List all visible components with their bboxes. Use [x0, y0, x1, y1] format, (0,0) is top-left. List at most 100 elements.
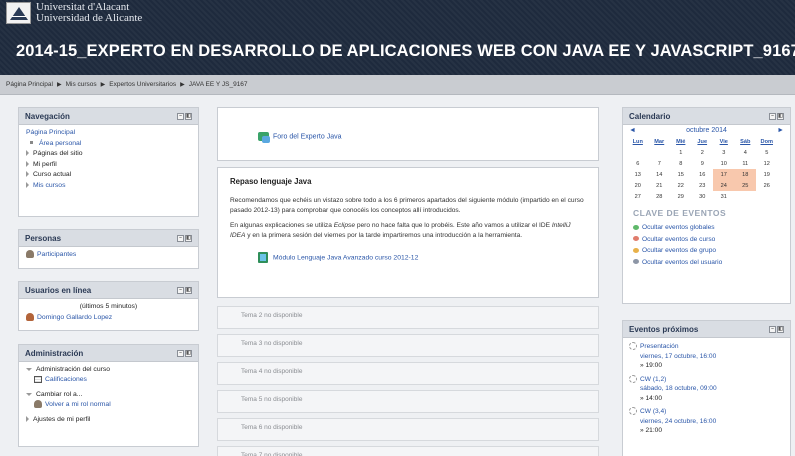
university-logo-icon[interactable] [6, 2, 31, 24]
upcoming-events-block: Eventos próximos – ◧ Presentación viernes,… [622, 320, 791, 456]
calendar-day[interactable]: 18 [734, 169, 756, 180]
calendar-day[interactable]: 16 [692, 169, 714, 180]
collapse-arrow-icon[interactable] [26, 367, 32, 371]
dock-icon[interactable]: ◧ [185, 286, 192, 294]
collapse-icon[interactable]: – [769, 325, 776, 333]
nav-personal-area[interactable]: Área personal [39, 140, 81, 147]
event-filter-link[interactable]: Ocultar eventos del usuario [642, 259, 722, 266]
forum-link[interactable]: Foro del Experto Java [273, 133, 341, 140]
calendar-day[interactable]: 21 [649, 180, 671, 191]
dock-icon[interactable]: ◧ [777, 112, 784, 120]
event-filter-link[interactable]: Ocultar eventos de curso [642, 236, 715, 243]
calendar-day[interactable]: 26 [756, 180, 778, 191]
collapse-icon[interactable]: – [177, 349, 184, 357]
event-name-link[interactable]: CW (3,4) [640, 408, 666, 415]
calendar-day[interactable]: 5 [756, 147, 778, 158]
event-date-link[interactable]: sábado, 18 octubre, 09:00 [640, 385, 717, 392]
dock-icon[interactable]: ◧ [185, 234, 192, 242]
module-link[interactable]: Módulo Lenguaje Java Avanzado curso 2012… [273, 254, 418, 261]
section-unavailable: Tema 2 no disponible [217, 306, 599, 329]
calendar-day[interactable]: 10 [713, 158, 735, 169]
event-date-link[interactable]: viernes, 17 octubre, 16:00 [640, 353, 716, 360]
calendar-day [627, 147, 649, 158]
calendar-day[interactable]: 3 [713, 147, 735, 158]
calendar-day[interactable]: 31 [713, 191, 735, 202]
calendar-day[interactable]: 17 [713, 169, 735, 180]
normal-role-link[interactable]: Volver a mi rol normal [45, 401, 111, 408]
event-filter-link[interactable]: Ocultar eventos de grupo [642, 247, 716, 254]
calendar-month[interactable]: octubre 2014 [686, 127, 727, 134]
expand-arrow-icon[interactable] [26, 171, 29, 178]
calendar-day[interactable]: 25 [734, 180, 756, 191]
calendar-day[interactable]: 27 [627, 191, 649, 202]
event-end-time: » 21:00 [640, 427, 662, 434]
calendar-day[interactable]: 2 [692, 147, 714, 158]
breadcrumb-course[interactable]: JAVA EE Y JS_9167 [189, 81, 248, 88]
collapse-icon[interactable]: – [769, 112, 776, 120]
calendar-day[interactable]: 7 [649, 158, 671, 169]
course-admin-item[interactable]: Administración del curso [36, 366, 110, 373]
prev-month-icon[interactable]: ◄ [629, 127, 636, 134]
calendar-day[interactable]: 23 [692, 180, 714, 191]
expand-arrow-icon[interactable] [26, 416, 29, 423]
event-type-icon [633, 224, 639, 230]
calendar-day[interactable]: 29 [670, 191, 692, 202]
module-file-icon [258, 252, 268, 263]
calendar-day [735, 191, 757, 202]
collapse-arrow-icon[interactable] [26, 392, 32, 396]
collapse-icon[interactable]: – [177, 234, 184, 242]
event-filter-item[interactable]: Ocultar eventos del usuario [623, 257, 790, 269]
calendar-day[interactable]: 24 [713, 180, 735, 191]
expand-arrow-icon[interactable] [26, 150, 29, 157]
calendar-day[interactable]: 4 [735, 147, 757, 158]
calendar-day[interactable]: 11 [735, 158, 757, 169]
switch-role-item[interactable]: Cambiar rol a... [36, 391, 82, 398]
dock-icon[interactable]: ◧ [185, 112, 192, 120]
collapse-icon[interactable]: – [177, 286, 184, 294]
nav-home-link[interactable]: Página Principal [26, 128, 191, 139]
collapse-icon[interactable]: – [177, 112, 184, 120]
online-user-link[interactable]: Domingo Gallardo Lopez [37, 314, 112, 321]
event-type-icon [633, 247, 639, 253]
event-filter-item[interactable]: Ocultar eventos de curso [623, 234, 790, 246]
calendar-day[interactable]: 13 [627, 169, 649, 180]
dock-icon[interactable]: ◧ [777, 325, 784, 333]
grades-link[interactable]: Calificaciones [45, 376, 87, 383]
calendar-day[interactable]: 15 [670, 169, 692, 180]
breadcrumb-separator-icon: ▶ [56, 82, 62, 88]
calendar-day[interactable]: 30 [692, 191, 714, 202]
calendar-block: Calendario – ◧ ◄ octubre 2014 ► Lun Mar Mié… [622, 107, 791, 304]
calendar-day[interactable]: 6 [627, 158, 649, 169]
event-filter-item[interactable]: Ocultar eventos de grupo [623, 245, 790, 257]
calendar-day[interactable]: 9 [692, 158, 714, 169]
event-filter-item[interactable]: Ocultar eventos globales [623, 222, 790, 234]
event-date-link[interactable]: viernes, 24 octubre, 16:00 [640, 418, 716, 425]
calendar-day[interactable]: 14 [649, 169, 671, 180]
event-filter-link[interactable]: Ocultar eventos globales [642, 224, 715, 231]
calendar-day[interactable]: 28 [649, 191, 671, 202]
nav-my-profile[interactable]: Mi perfil [33, 161, 57, 168]
next-month-icon[interactable]: ► [777, 127, 784, 134]
event-name-link[interactable]: Presentación [640, 343, 679, 350]
calendar-day[interactable]: 1 [670, 147, 692, 158]
calendar-day[interactable]: 19 [756, 169, 778, 180]
dock-icon[interactable]: ◧ [185, 349, 192, 357]
expand-arrow-icon[interactable] [26, 181, 29, 188]
breadcrumb-my-courses[interactable]: Mis cursos [66, 81, 97, 88]
profile-settings-item[interactable]: Ajustes de mi perfil [33, 416, 90, 423]
weekday-header: Mié [676, 138, 686, 145]
calendar-day[interactable]: 8 [670, 158, 692, 169]
calendar-day[interactable]: 20 [627, 180, 649, 191]
participants-link[interactable]: Participantes [37, 251, 76, 258]
nav-my-courses[interactable]: Mis cursos [33, 182, 65, 189]
nav-site-pages[interactable]: Páginas del sitio [33, 150, 83, 157]
event-name-link[interactable]: CW (1,2) [640, 376, 666, 383]
people-title: Personas [25, 233, 62, 243]
calendar-day[interactable]: 22 [670, 180, 692, 191]
expand-arrow-icon[interactable] [26, 160, 29, 167]
event-type-icon [633, 236, 639, 242]
calendar-day[interactable]: 12 [756, 158, 778, 169]
breadcrumb-category[interactable]: Expertos Universitarios [109, 81, 176, 88]
nav-current-course[interactable]: Curso actual [33, 171, 71, 178]
breadcrumb-home[interactable]: Página Principal [6, 81, 53, 88]
